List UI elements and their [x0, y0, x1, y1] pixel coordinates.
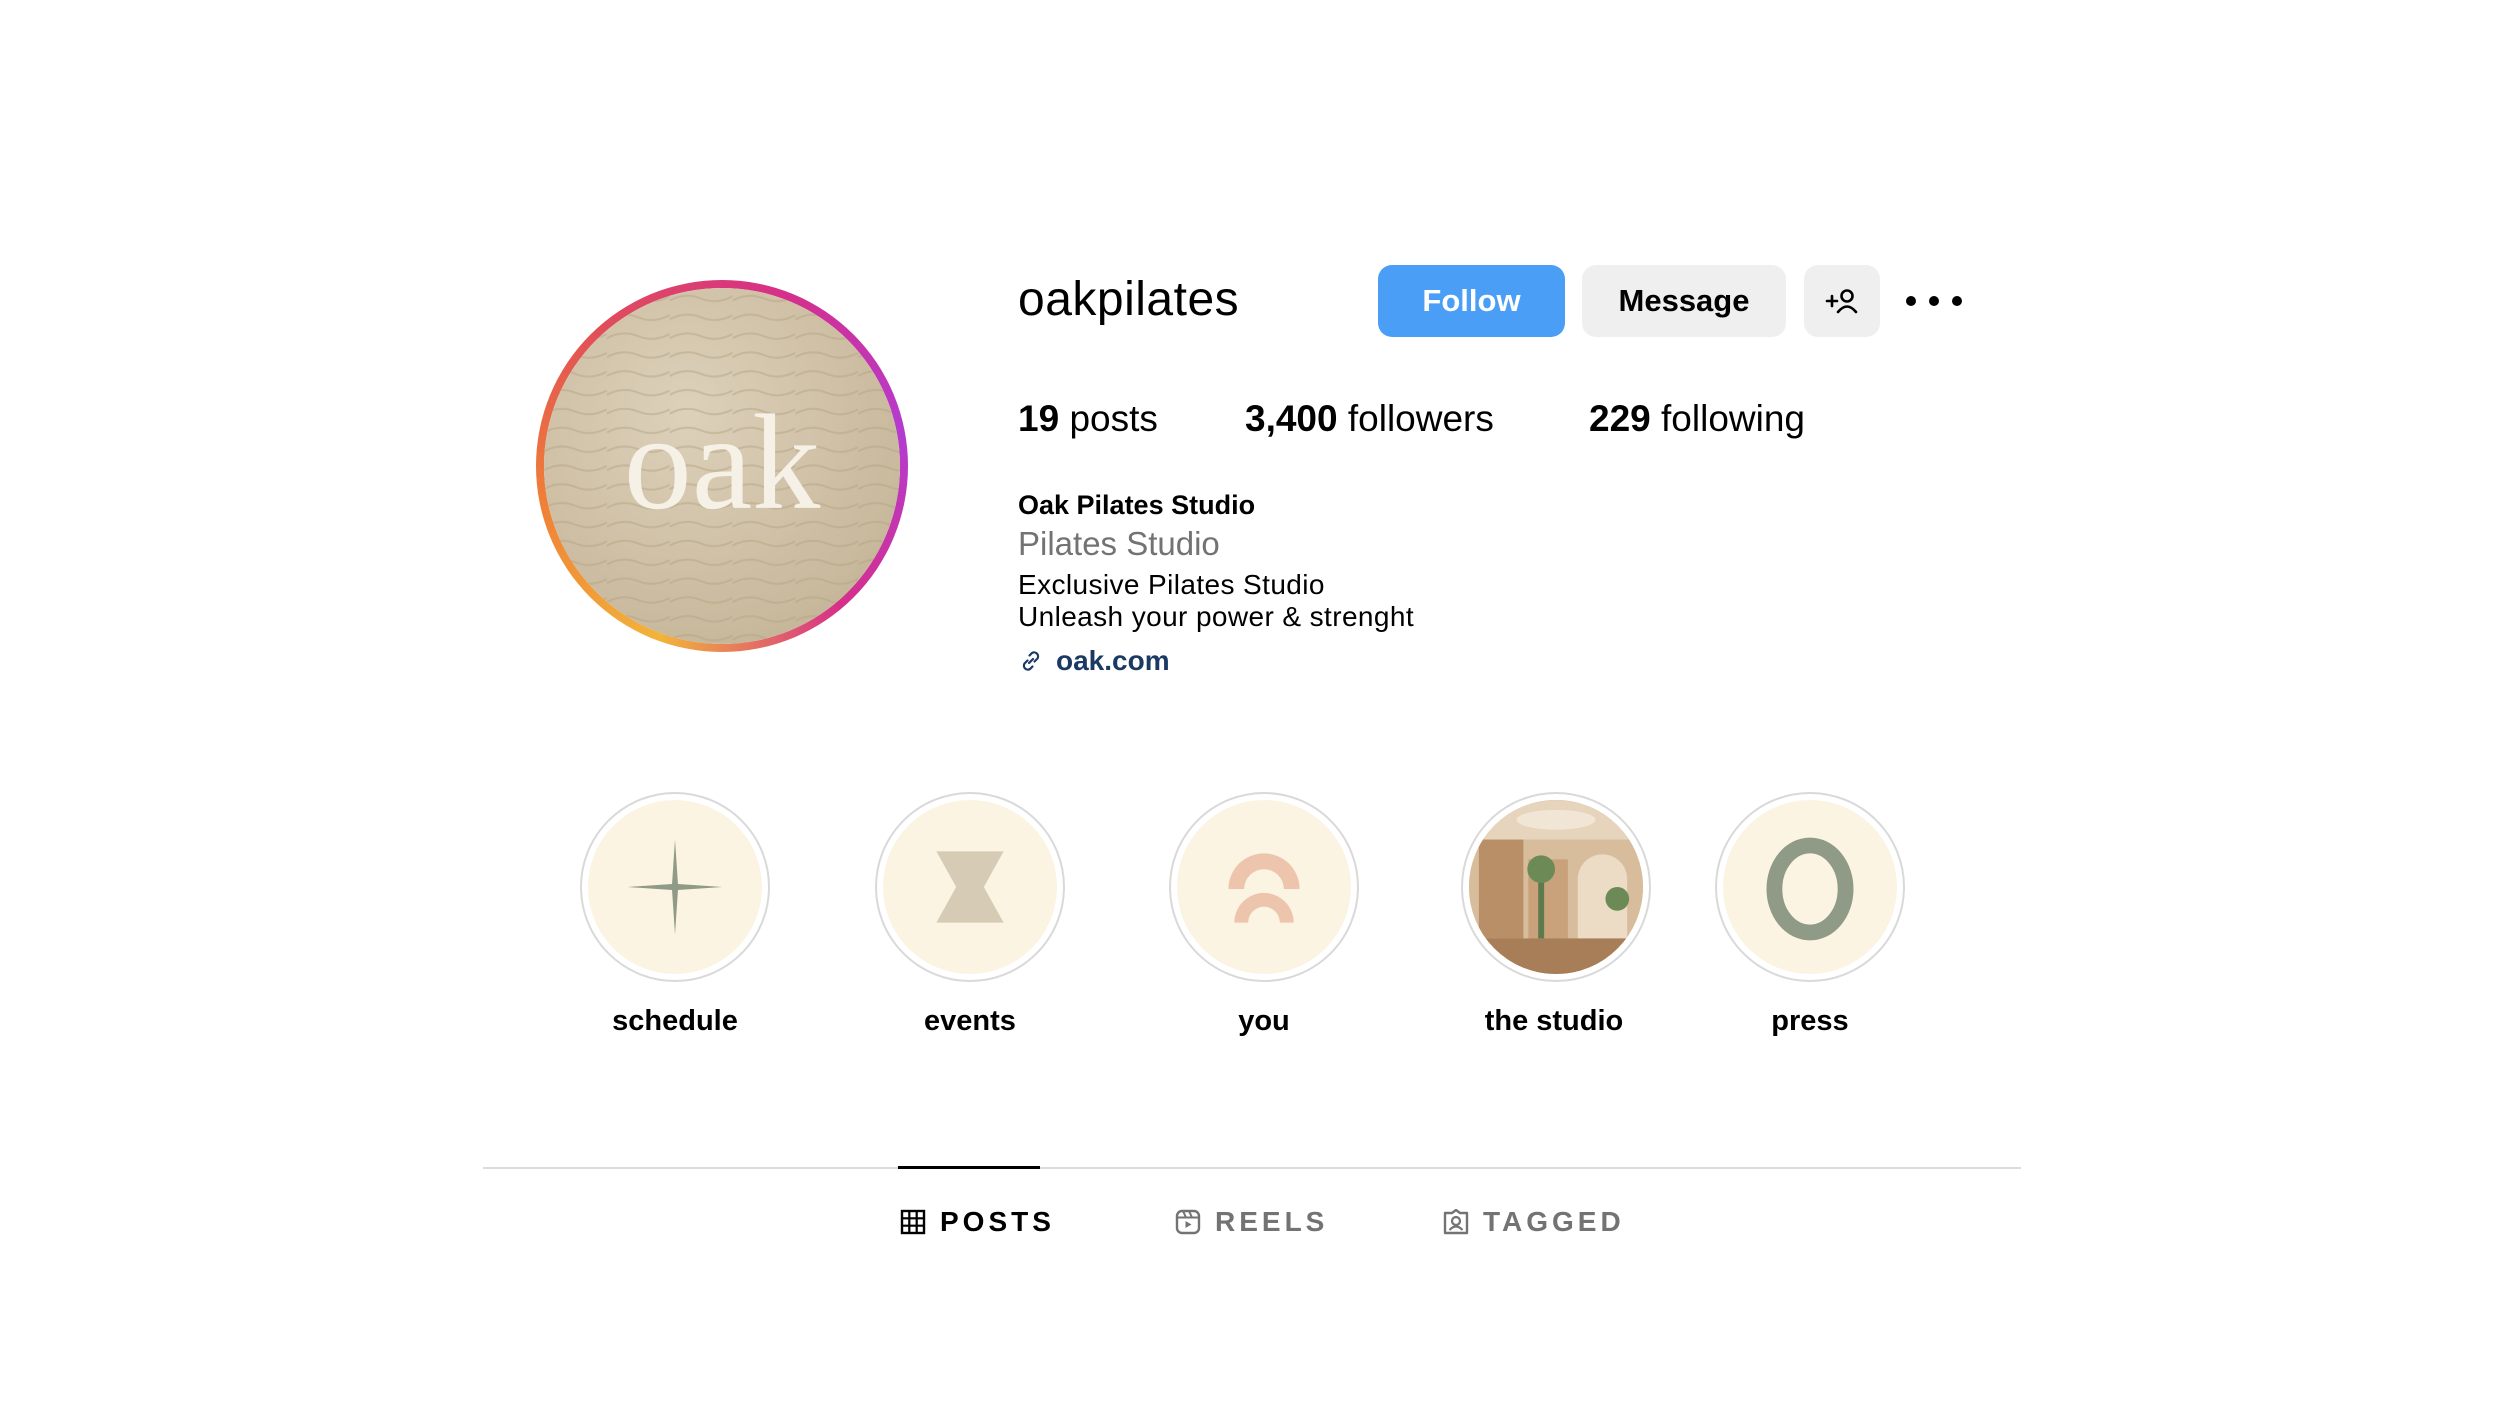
- highlight-you[interactable]: [1169, 792, 1359, 982]
- bio-link-text: oak.com: [1056, 645, 1170, 676]
- tab-label: TAGGED: [1483, 1206, 1625, 1237]
- highlight-label: events: [924, 1005, 1016, 1037]
- tabs-divider: [483, 1167, 2021, 1169]
- highlight-cover: [1469, 800, 1643, 974]
- sparkle-icon: [627, 839, 723, 935]
- highlight-the-studio[interactable]: [1461, 792, 1651, 982]
- followers-count: 3,400: [1245, 398, 1338, 439]
- avatar-image: oak: [544, 288, 900, 644]
- following-count: 229: [1589, 398, 1651, 439]
- highlight-cover: [1177, 800, 1351, 974]
- person-add-icon: [1825, 289, 1858, 314]
- bio-line-2: Unleash your power & strenght: [1018, 601, 1415, 632]
- followers-stat[interactable]: 3,400 followers: [1245, 396, 1494, 442]
- highlight-schedule[interactable]: [580, 792, 770, 982]
- more-dot: [1929, 296, 1939, 306]
- bio-name: Oak Pilates Studio: [1018, 490, 1256, 520]
- active-tab-indicator: [898, 1166, 1040, 1169]
- highlight-cover: [1723, 800, 1897, 974]
- highlight-events[interactable]: [875, 792, 1065, 982]
- more-dot: [1906, 296, 1916, 306]
- bio-link[interactable]: oak.com: [1018, 643, 1170, 679]
- follow-button[interactable]: Follow: [1378, 265, 1565, 337]
- highlight-label: the studio: [1484, 1005, 1624, 1037]
- avatar-logo-text: oak: [624, 388, 821, 538]
- oak-logo: oak: [544, 288, 900, 644]
- posts-stat: 19 posts: [1018, 396, 1158, 442]
- profile-avatar[interactable]: oak: [536, 280, 908, 652]
- more-dot: [1952, 296, 1962, 306]
- studio-photo: [1469, 800, 1643, 974]
- suggest-user-button[interactable]: [1804, 265, 1880, 337]
- reels-icon: [1175, 1209, 1201, 1235]
- highlight-label: you: [1238, 1005, 1290, 1037]
- posts-label: posts: [1069, 398, 1158, 439]
- following-stat[interactable]: 229 following: [1589, 396, 1805, 442]
- tab-reels[interactable]: REELS: [1175, 1206, 1328, 1238]
- followers-label: followers: [1347, 398, 1494, 439]
- link-icon: [1022, 651, 1040, 671]
- tagged-icon: [1443, 1209, 1469, 1235]
- bio-category: Pilates Studio: [1018, 525, 1220, 562]
- letter-o-icon: [1766, 837, 1854, 941]
- tab-tagged[interactable]: TAGGED: [1443, 1206, 1625, 1238]
- hourglass-icon: [936, 851, 1004, 923]
- profile-username: oakpilates: [1018, 273, 1240, 326]
- tab-posts[interactable]: POSTS: [900, 1206, 1055, 1238]
- highlight-cover: [588, 800, 762, 974]
- message-button[interactable]: Message: [1582, 265, 1786, 337]
- highlight-press[interactable]: [1715, 792, 1905, 982]
- posts-count: 19: [1018, 398, 1060, 439]
- bio-line-1: Exclusive Pilates Studio: [1018, 569, 1325, 600]
- tab-label: POSTS: [940, 1206, 1055, 1237]
- grid-icon: [900, 1209, 926, 1235]
- more-horizontal-icon[interactable]: [1906, 282, 1962, 320]
- highlight-cover: [883, 800, 1057, 974]
- highlight-label: press: [1771, 1005, 1849, 1037]
- highlight-label: schedule: [612, 1005, 738, 1037]
- tab-label: REELS: [1215, 1206, 1329, 1237]
- following-label: following: [1661, 398, 1805, 439]
- arch-icon: [1228, 853, 1300, 923]
